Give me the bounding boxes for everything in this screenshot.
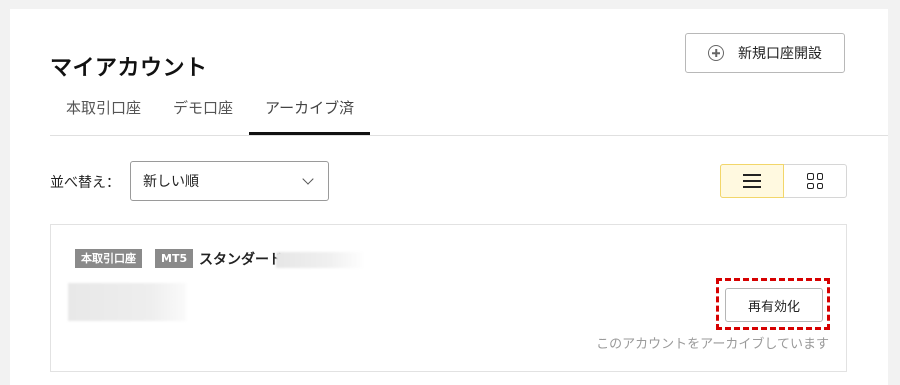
view-toggle: [720, 164, 847, 198]
sort-select[interactable]: 新しい順: [130, 161, 329, 201]
add-circle-icon: [708, 45, 724, 61]
page-title: マイアカウント: [50, 56, 208, 81]
list-view-button[interactable]: [720, 164, 784, 198]
sort-label: 並べ替え：: [50, 175, 120, 191]
tab-archived[interactable]: アーカイブ済: [249, 97, 371, 135]
redacted-account-name: [276, 252, 366, 268]
account-card: 本取引口座 MT5 スタンダード 再有効化 このアカウントをアーカイブしています: [50, 224, 847, 372]
grid-icon: [807, 173, 823, 189]
account-tabs: 本取引口座 デモ口座 アーカイブ済: [50, 97, 371, 135]
tab-live-accounts[interactable]: 本取引口座: [50, 97, 157, 135]
account-type-badge: 本取引口座: [75, 249, 142, 268]
archived-status-text: このアカウントをアーカイブしています: [596, 337, 829, 352]
platform-badge: MT5: [155, 249, 194, 268]
main-panel: マイアカウント 新規口座開設 本取引口座 デモ口座 アーカイブ済 並べ替え： 新…: [10, 9, 888, 385]
new-account-label: 新規口座開設: [738, 46, 822, 62]
redacted-account-number: [68, 283, 186, 321]
reactivate-button[interactable]: 再有効化: [725, 288, 823, 322]
tab-demo-accounts[interactable]: デモ口座: [157, 97, 249, 135]
tab-divider: [50, 135, 888, 136]
grid-view-button[interactable]: [784, 165, 846, 197]
new-account-button[interactable]: 新規口座開設: [685, 33, 845, 73]
chevron-down-icon: [302, 173, 314, 185]
sort-selected-value: 新しい順: [143, 174, 199, 190]
account-plan-name: スタンダード: [199, 252, 283, 268]
list-icon: [743, 174, 761, 188]
